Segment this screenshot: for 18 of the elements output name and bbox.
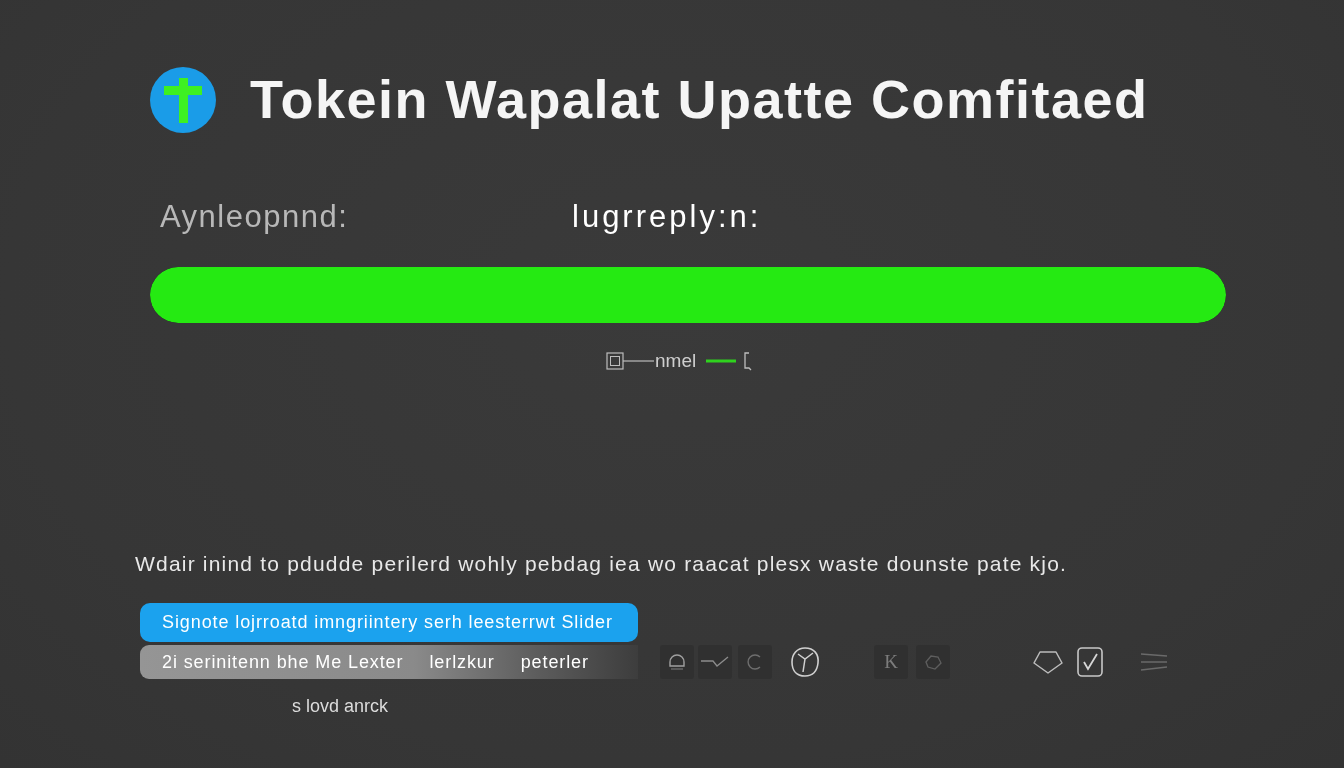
bell-icon[interactable] bbox=[660, 645, 694, 679]
option-button[interactable]: 2i serinitenn bhe Me Lexter lerlzkur peterler bbox=[140, 645, 638, 679]
check-icon[interactable] bbox=[698, 645, 732, 679]
key-button[interactable]: K bbox=[874, 645, 908, 679]
message-text: Wdair inind to pdudde perilerd wohly pebdag iea wo raacat plesx waste dounste pate kjo. bbox=[135, 552, 1068, 576]
connector-label: nmel bbox=[655, 350, 697, 372]
menu-icon[interactable] bbox=[1138, 650, 1170, 674]
arc-icon[interactable] bbox=[738, 645, 772, 679]
field-label: lugrreply:n: bbox=[572, 199, 762, 235]
square-connector-icon bbox=[606, 352, 654, 370]
pentagon-icon[interactable] bbox=[1032, 648, 1064, 676]
field-label: Aynleopnnd: bbox=[160, 199, 350, 235]
cross-icon bbox=[150, 67, 216, 133]
option-button[interactable]: Signote lojrroatd imngriintery serh leesterrwt Slider bbox=[140, 603, 638, 642]
footer-text: s lovd anrck bbox=[292, 696, 389, 716]
dial-icon[interactable] bbox=[790, 646, 820, 678]
page-title: Tokein Wapalat Upatte Comfitaed bbox=[250, 70, 1149, 130]
checkbox-icon[interactable] bbox=[1076, 646, 1104, 678]
